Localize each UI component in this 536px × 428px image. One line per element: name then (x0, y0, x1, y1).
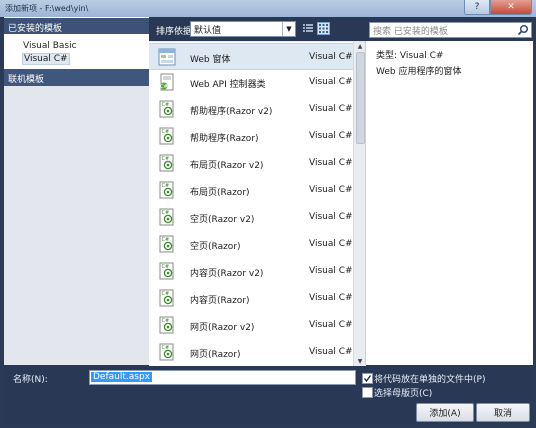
template-details-pane: 类型: Visual C# Web 应用程序的窗体 (365, 41, 533, 365)
template-name: 网页(Razor) (190, 350, 241, 360)
cancel-button[interactable]: 取消 (476, 403, 530, 422)
template-item[interactable]: C# 布局页(Razor v2) Visual C# (149, 150, 353, 177)
template-name: 帮助程序(Razor v2) (190, 107, 273, 117)
separate-file-label[interactable]: 将代码放在单独的文件中(P) (374, 372, 485, 385)
template-language: Visual C# (309, 320, 353, 330)
template-item[interactable]: C# 帮助程序(Razor) Visual C# (149, 123, 353, 150)
template-language: Visual C# (309, 77, 353, 87)
template-item[interactable]: C# 网页(Razor) Visual C# (149, 339, 353, 366)
sort-by-value: 默认值 (194, 26, 222, 36)
name-field[interactable]: Default.aspx (89, 370, 356, 385)
template-language: Visual C# (309, 158, 353, 168)
checkmark-icon (363, 375, 372, 383)
template-item[interactable]: C# 内容页(Razor) Visual C# (149, 285, 353, 312)
search-placeholder: 搜索 已安装的模板 (373, 27, 448, 37)
svg-text:C#: C# (160, 84, 168, 90)
list-view-icon[interactable] (302, 22, 314, 34)
template-item[interactable]: C# 内容页(Razor v2) Visual C# (149, 258, 353, 285)
template-item[interactable]: C# 帮助程序(Razor v2) Visual C# (149, 96, 353, 123)
template-name: Web 窗体 (190, 55, 231, 65)
web-form-icon (158, 48, 176, 66)
template-search-input[interactable]: 搜索 已安装的模板 (369, 22, 532, 38)
template-description: Web 应用程序的窗体 (376, 67, 462, 77)
template-item[interactable]: Web 窗体 Visual C# (149, 43, 353, 70)
left-pane-empty-area (4, 86, 149, 365)
template-language: Visual C# (309, 266, 353, 276)
razor-page-icon: C# (158, 100, 176, 118)
razor-page-icon: C# (158, 262, 176, 280)
template-language: Visual C# (309, 185, 353, 195)
template-language: Visual C# (309, 52, 353, 62)
template-type: 类型: Visual C# (376, 51, 444, 61)
template-item[interactable]: C# 空页(Razor) Visual C# (149, 231, 353, 258)
template-name: 布局页(Razor) (190, 188, 250, 198)
scrollbar-thumb[interactable] (356, 52, 365, 144)
template-item[interactable]: C# 布局页(Razor) Visual C# (149, 177, 353, 204)
online-templates-header[interactable]: 联机模板 (4, 69, 149, 86)
template-item[interactable]: C# 网页(Razor v2) Visual C# (149, 312, 353, 339)
template-name: 空页(Razor) (190, 242, 241, 252)
template-language: Visual C# (309, 293, 353, 303)
installed-templates-header[interactable]: 已安装的模板 (4, 18, 149, 34)
template-name: 内容页(Razor) (190, 296, 250, 306)
template-name: 布局页(Razor v2) (190, 161, 264, 171)
dialog-body: 已安装的模板 Visual Basic Visual C# 联机模板 排序依据:… (4, 17, 533, 424)
template-name: 空页(Razor v2) (190, 215, 255, 225)
template-language: Visual C# (309, 239, 353, 249)
installed-templates-label: 已安装的模板 (8, 24, 63, 34)
medium-icons-view-icon[interactable] (317, 22, 330, 35)
title-bar-buttons: ? ✕ (464, 0, 532, 15)
razor-page-icon: C# (158, 343, 176, 361)
name-field-value: Default.aspx (91, 372, 152, 382)
template-item[interactable]: C# 空页(Razor v2) Visual C# (149, 204, 353, 231)
chevron-down-icon: ▼ (282, 22, 295, 36)
web-api-controller-icon: C# (158, 73, 176, 91)
razor-page-icon: C# (158, 208, 176, 226)
close-button[interactable]: ✕ (490, 0, 532, 15)
title-bar: 添加新项 - F:\wed\yin\ ? ✕ (0, 0, 536, 17)
category-visual-csharp[interactable]: Visual C# (22, 53, 70, 65)
template-item[interactable]: C# Web API 控制器类 Visual C# (149, 69, 353, 96)
template-category-pane: 已安装的模板 Visual Basic Visual C# 联机模板 (4, 17, 149, 365)
template-toolbar: 排序依据: 默认值 ▼ 搜索 已安装的模板 (149, 17, 532, 41)
online-templates-label: 联机模板 (8, 75, 45, 85)
template-language: Visual C# (309, 104, 353, 114)
window-title: 添加新项 - F:\wed\yin\ (5, 4, 89, 13)
template-language: Visual C# (309, 347, 353, 357)
separate-file-checkbox[interactable] (362, 373, 373, 384)
template-name: 网页(Razor v2) (190, 323, 255, 333)
template-language: Visual C# (309, 212, 353, 222)
help-button[interactable]: ? (464, 0, 490, 15)
add-button[interactable]: 添加(A) (416, 403, 474, 422)
search-icon[interactable] (517, 24, 529, 36)
template-language: Visual C# (309, 131, 353, 141)
template-name: 内容页(Razor v2) (190, 269, 264, 279)
razor-page-icon: C# (158, 235, 176, 253)
razor-page-icon: C# (158, 127, 176, 145)
name-label: 名称(N): (13, 375, 48, 385)
sort-by-dropdown[interactable]: 默认值 ▼ (190, 21, 296, 37)
category-visual-basic[interactable]: Visual Basic (23, 41, 77, 51)
template-list: Web 窗体 Visual C# C# Web API 控制器类 Visual … (149, 41, 366, 366)
razor-page-icon: C# (158, 316, 176, 334)
master-page-checkbox[interactable] (362, 387, 373, 398)
master-page-label[interactable]: 选择母版页(C) (374, 386, 432, 399)
razor-page-icon: C# (158, 181, 176, 199)
razor-page-icon: C# (158, 289, 176, 307)
template-name: 帮助程序(Razor) (190, 134, 259, 144)
razor-page-icon: C# (158, 154, 176, 172)
template-name: Web API 控制器类 (190, 80, 266, 90)
